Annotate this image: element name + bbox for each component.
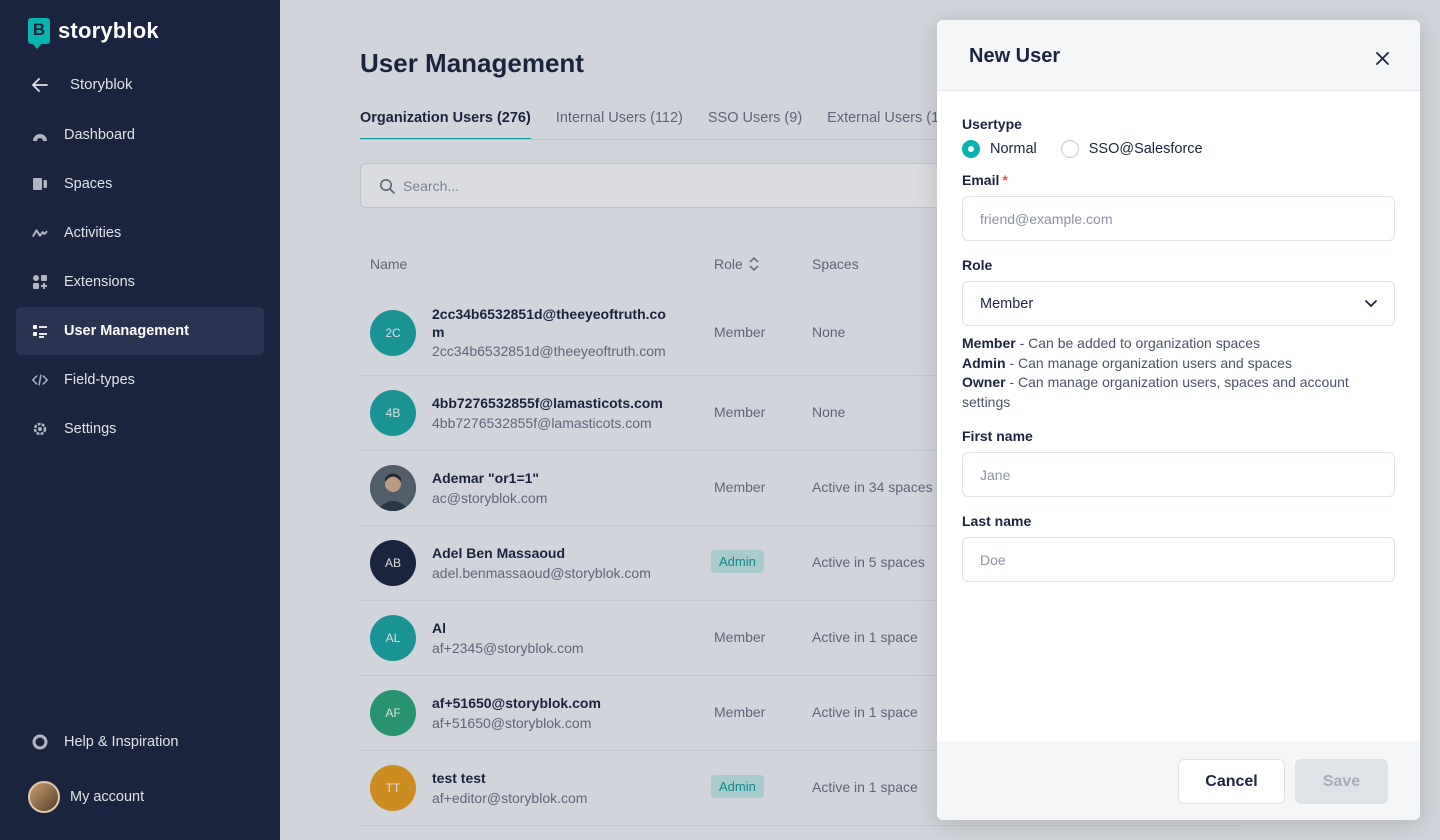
avatar [28, 781, 60, 813]
sidebar-item-user-management[interactable]: User Management [16, 307, 264, 355]
last-name-wrapper [962, 537, 1395, 582]
spaces-icon [32, 176, 48, 192]
new-user-modal: New User Usertype Normal SSO@Salesforce … [937, 20, 1420, 820]
modal-header: New User [937, 20, 1420, 91]
back-to-storyblok[interactable]: Storyblok [32, 76, 133, 93]
logo-text: storyblok [58, 18, 159, 43]
role-label: Role [962, 257, 993, 273]
sidebar-item-label: Spaces [64, 176, 113, 192]
modal-footer: Cancel Save [937, 741, 1420, 820]
close-button[interactable] [1373, 49, 1391, 67]
sidebar-item-settings[interactable]: Settings [16, 405, 264, 453]
email-label: Email * [962, 172, 1008, 188]
role-select[interactable]: Member [962, 281, 1395, 326]
role-help-member: Member - Can be added to organization sp… [962, 335, 1261, 351]
radio-normal-label[interactable]: Normal [990, 141, 1037, 157]
help-inspiration-link[interactable]: Help & Inspiration [32, 734, 178, 750]
radio-sso-label[interactable]: SSO@Salesforce [1089, 141, 1203, 157]
first-name-wrapper [962, 452, 1395, 497]
sidebar-item-label: Extensions [64, 274, 135, 290]
sidebar-item-label: Field-types [64, 372, 135, 388]
close-icon [1375, 51, 1389, 65]
sidebar-nav: Dashboard Spaces Activities Extensions U… [16, 111, 264, 454]
logo-icon: B [28, 18, 50, 49]
role-help-admin: Admin - Can manage organization users an… [962, 354, 1292, 371]
role-help-text: Member - Can be added to organization sp… [962, 334, 1382, 412]
dashboard-icon [32, 127, 48, 143]
sidebar-item-label: Dashboard [64, 127, 135, 143]
role-help-owner: Owner - Can manage organization users, s… [962, 374, 1349, 410]
usertype-radio-group: Normal SSO@Salesforce [962, 140, 1203, 158]
email-field[interactable] [980, 210, 1370, 227]
first-name-field[interactable] [980, 466, 1370, 483]
gear-icon [32, 421, 48, 437]
radio-normal[interactable] [962, 140, 980, 158]
storyblok-logo[interactable]: B storyblok [28, 18, 159, 49]
arrow-left-icon [32, 77, 48, 92]
back-label: Storyblok [70, 76, 133, 93]
sidebar-item-field-types[interactable]: Field-types [16, 356, 264, 404]
role-select-value: Member [980, 295, 1034, 312]
sidebar-item-label: User Management [64, 323, 189, 339]
sidebar: B storyblok Storyblok Dashboard Spaces A… [0, 0, 280, 840]
usertype-label: Usertype [962, 116, 1022, 132]
modal-title: New User [969, 45, 1061, 67]
account-label: My account [70, 789, 145, 805]
email-field-wrapper [962, 196, 1395, 241]
extensions-icon [32, 274, 48, 290]
save-button[interactable]: Save [1295, 759, 1388, 804]
radio-sso-salesforce[interactable] [1060, 140, 1079, 158]
first-name-label: First name [962, 428, 1033, 444]
help-label: Help & Inspiration [64, 734, 179, 750]
last-name-field[interactable] [980, 551, 1370, 568]
cancel-button[interactable]: Cancel [1178, 759, 1285, 804]
last-name-label: Last name [962, 513, 1032, 529]
required-marker: * [1002, 172, 1008, 188]
chevron-down-icon [1365, 300, 1377, 307]
sidebar-item-dashboard[interactable]: Dashboard [16, 111, 264, 159]
my-account-link[interactable]: My account [28, 781, 144, 813]
code-icon [32, 372, 48, 388]
sidebar-item-label: Settings [64, 421, 117, 437]
sidebar-item-extensions[interactable]: Extensions [16, 258, 264, 306]
sidebar-item-activities[interactable]: Activities [16, 209, 264, 257]
sidebar-item-label: Activities [64, 225, 122, 241]
users-icon [32, 323, 48, 339]
activity-icon [32, 225, 48, 241]
email-label-text: Email [962, 172, 1000, 188]
sidebar-item-spaces[interactable]: Spaces [16, 160, 264, 208]
lifebuoy-icon [32, 734, 48, 750]
